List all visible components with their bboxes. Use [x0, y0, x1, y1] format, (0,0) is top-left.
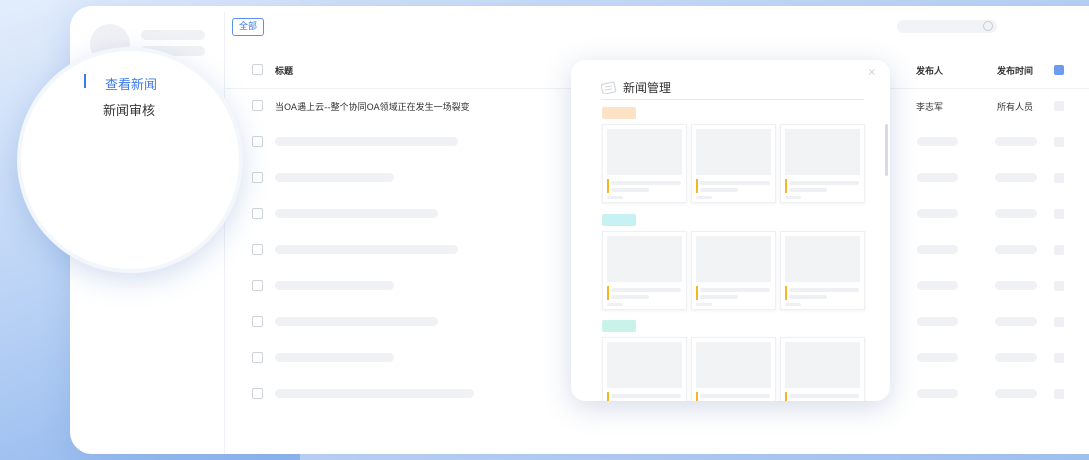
news-card[interactable] — [780, 231, 865, 310]
news-management-popup: × 新闻管理 — [571, 60, 890, 401]
user-name-placeholder — [141, 30, 205, 40]
row-publish-time: 所有人员 — [997, 103, 1034, 113]
column-publisher: 发布人 — [916, 67, 944, 77]
row-action-icon[interactable] — [1054, 137, 1064, 147]
select-all-checkbox[interactable] — [252, 64, 263, 75]
column-publish-time: 发布时间 — [997, 67, 1034, 77]
column-settings-icon[interactable] — [1054, 65, 1064, 75]
row-checkbox[interactable] — [252, 244, 263, 255]
row-checkbox[interactable] — [252, 352, 263, 363]
row-time-placeholder — [995, 317, 1037, 326]
close-icon[interactable]: × — [868, 67, 876, 78]
row-publisher-placeholder — [917, 353, 958, 362]
news-card[interactable] — [780, 337, 865, 401]
row-action-icon[interactable] — [1054, 389, 1064, 399]
category-tag-1 — [602, 107, 636, 119]
sidebar-item-view-news[interactable]: 查看新闻 — [105, 74, 157, 93]
row-action-icon[interactable] — [1054, 245, 1064, 255]
row-action-icon[interactable] — [1054, 281, 1064, 291]
row-title-placeholder — [275, 353, 394, 362]
row-publisher-placeholder — [917, 389, 958, 398]
row-publisher: 李志军 — [916, 103, 944, 113]
scrollbar[interactable] — [885, 124, 888, 176]
sidebar-item-news-review[interactable]: 新闻审核 — [103, 100, 155, 119]
row-action-icon[interactable] — [1054, 353, 1064, 363]
row-action-icon[interactable] — [1054, 173, 1064, 183]
category-tag-2 — [602, 214, 636, 226]
search-icon — [983, 21, 993, 31]
news-card[interactable] — [780, 124, 865, 203]
row-publisher-placeholder — [917, 209, 958, 218]
row-action-icon[interactable] — [1054, 101, 1064, 111]
newspaper-icon — [601, 81, 617, 94]
news-card[interactable] — [691, 231, 776, 310]
row-publisher-placeholder — [917, 317, 958, 326]
news-card[interactable] — [691, 124, 776, 203]
search-input[interactable] — [897, 20, 997, 33]
row-time-placeholder — [995, 353, 1037, 362]
row-checkbox[interactable] — [252, 136, 263, 147]
row-time-placeholder — [995, 209, 1037, 218]
row-title-placeholder — [275, 245, 458, 254]
row-checkbox[interactable] — [252, 316, 263, 327]
row-title[interactable]: 当OA遇上云--整个协同OA领域正在发生一场裂变 — [275, 100, 470, 113]
row-checkbox[interactable] — [252, 280, 263, 291]
popup-title: 新闻管理 — [623, 81, 672, 95]
row-checkbox[interactable] — [252, 388, 263, 399]
category-tag-3 — [602, 320, 636, 332]
news-card[interactable] — [602, 337, 687, 401]
news-card[interactable] — [602, 231, 687, 310]
row-time-placeholder — [995, 281, 1037, 290]
row-checkbox[interactable] — [252, 100, 263, 111]
filter-all-button[interactable]: 全部 — [232, 18, 265, 36]
row-title-placeholder — [275, 281, 394, 290]
row-action-icon[interactable] — [1054, 317, 1064, 327]
row-time-placeholder — [995, 173, 1037, 182]
row-publisher-placeholder — [917, 173, 958, 182]
row-action-icon[interactable] — [1054, 209, 1064, 219]
divider — [601, 99, 864, 100]
row-checkbox[interactable] — [252, 172, 263, 183]
news-card[interactable] — [602, 124, 687, 203]
row-publisher-placeholder — [917, 281, 958, 290]
row-publisher-placeholder — [917, 245, 958, 254]
row-time-placeholder — [995, 389, 1037, 398]
row-checkbox[interactable] — [252, 208, 263, 219]
column-title: 标题 — [275, 67, 294, 77]
row-publisher-placeholder — [917, 137, 958, 146]
row-title-placeholder — [275, 317, 438, 326]
row-time-placeholder — [995, 245, 1037, 254]
active-indicator — [84, 74, 86, 88]
row-title-placeholder — [275, 173, 394, 182]
row-title-placeholder — [275, 389, 474, 398]
row-title-placeholder — [275, 209, 438, 218]
news-card[interactable] — [691, 337, 776, 401]
row-time-placeholder — [995, 137, 1037, 146]
sidebar-magnifier: 查看新闻 新闻审核 — [17, 47, 243, 273]
row-title-placeholder — [275, 137, 458, 146]
